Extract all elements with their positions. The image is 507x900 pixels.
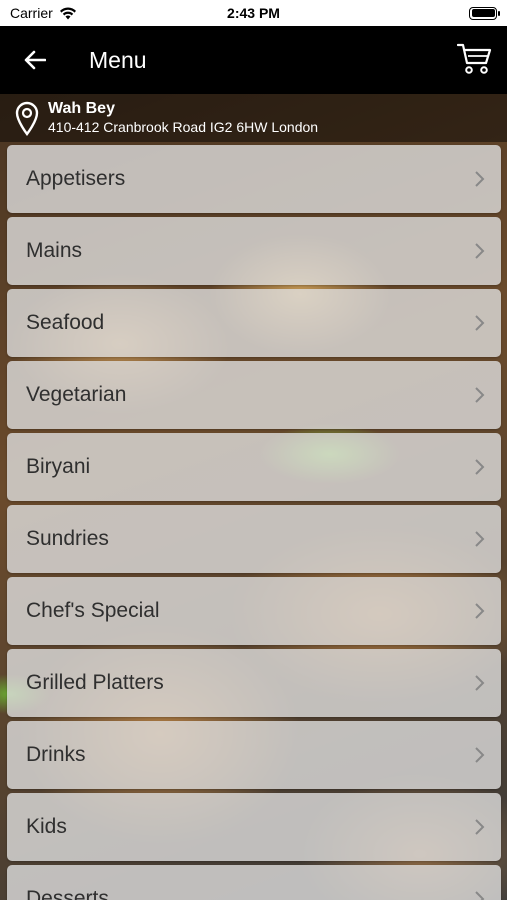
menu-item-appetisers[interactable]: Appetisers [7,145,501,213]
menu-item-mains[interactable]: Mains [7,217,501,285]
menu-item-label: Seafood [26,311,105,334]
menu-item-desserts[interactable]: Desserts [7,865,501,900]
chevron-right-icon [475,603,485,619]
menu-item-label: Appetisers [26,167,126,190]
back-button[interactable] [0,26,70,94]
chevron-right-icon [475,315,485,331]
chevron-right-icon [475,387,485,403]
carrier-label: Carrier [10,5,53,21]
menu-category-list: Appetisers Mains Seafood Vegetarian Biry… [7,145,501,900]
chevron-right-icon [475,891,485,900]
menu-item-biryani[interactable]: Biryani [7,433,501,501]
chevron-right-icon [475,171,485,187]
chevron-right-icon [475,531,485,547]
cart-icon [456,43,492,74]
menu-item-sundries[interactable]: Sundries [7,505,501,573]
menu-item-label: Drinks [26,743,86,766]
back-arrow-icon [24,50,46,70]
restaurant-location-bar: Wah Bey 410-412 Cranbrook Road IG2 6HW L… [0,94,507,142]
cart-button[interactable] [456,42,493,76]
menu-item-label: Biryani [26,455,91,478]
chevron-right-icon [475,819,485,835]
menu-item-label: Kids [26,815,67,838]
battery-icon [469,6,500,20]
menu-item-label: Vegetarian [26,383,127,406]
menu-item-grilled-platters[interactable]: Grilled Platters [7,649,501,717]
menu-item-label: Sundries [26,527,109,550]
menu-item-label: Chef's Special [26,599,160,622]
menu-item-seafood[interactable]: Seafood [7,289,501,357]
page-title: Menu [89,46,147,73]
wifi-icon [59,6,76,19]
chevron-right-icon [475,747,485,763]
location-pin-icon [15,101,39,136]
menu-item-vegetarian[interactable]: Vegetarian [7,361,501,429]
menu-item-label: Mains [26,239,83,262]
chevron-right-icon [475,675,485,691]
menu-item-kids[interactable]: Kids [7,793,501,861]
menu-item-label: Grilled Platters [26,671,164,694]
restaurant-name: Wah Bey [48,100,115,117]
chevron-right-icon [475,459,485,475]
navigation-bar: Menu [0,26,507,94]
menu-item-drinks[interactable]: Drinks [7,721,501,789]
menu-item-label: Desserts [26,887,109,900]
menu-item-chefs-special[interactable]: Chef's Special [7,577,501,645]
restaurant-address: 410-412 Cranbrook Road IG2 6HW London [48,119,319,135]
chevron-right-icon [475,243,485,259]
status-bar: Carrier 2:43 PM [0,0,507,26]
